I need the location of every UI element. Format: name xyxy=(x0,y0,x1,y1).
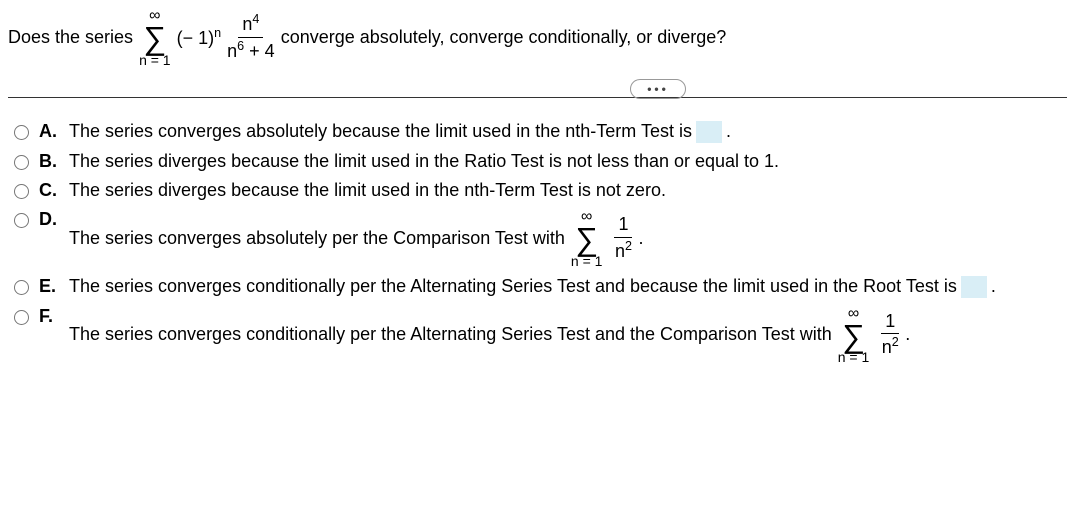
radio-c[interactable] xyxy=(14,184,29,199)
radio-b[interactable] xyxy=(14,155,29,170)
fraction: 1 n2 xyxy=(614,215,632,262)
radio-d[interactable] xyxy=(14,213,29,228)
sigma-notation: ∞ ∑ n = 1 xyxy=(139,8,171,67)
divider xyxy=(8,97,1067,98)
option-letter: F. xyxy=(39,306,61,327)
answer-blank[interactable] xyxy=(961,276,987,298)
fraction: 1 n2 xyxy=(881,312,899,359)
term: (− 1)n xyxy=(177,26,222,49)
option-e[interactable]: E. The series converges conditionally pe… xyxy=(8,276,1067,298)
question-prefix: Does the series xyxy=(8,27,133,48)
option-body: The series diverges because the limit us… xyxy=(69,151,779,172)
option-body: The series converges conditionally per t… xyxy=(69,306,910,365)
option-letter: A. xyxy=(39,121,61,142)
radio-f[interactable] xyxy=(14,310,29,325)
question-suffix: converge absolutely, converge conditiona… xyxy=(281,27,727,48)
question-text: Does the series ∞ ∑ n = 1 (− 1)n n4 n6 +… xyxy=(8,8,1067,67)
option-letter: E. xyxy=(39,276,61,297)
radio-a[interactable] xyxy=(14,125,29,140)
option-body: The series converges conditionally per t… xyxy=(69,276,996,298)
option-d[interactable]: D. The series converges absolutely per t… xyxy=(8,209,1067,268)
option-a[interactable]: A. The series converges absolutely becau… xyxy=(8,121,1067,143)
option-c[interactable]: C. The series diverges because the limit… xyxy=(8,180,1067,201)
option-body: The series diverges because the limit us… xyxy=(69,180,666,201)
option-letter: B. xyxy=(39,151,61,172)
answer-blank[interactable] xyxy=(696,121,722,143)
radio-e[interactable] xyxy=(14,280,29,295)
option-body: The series converges absolutely per the … xyxy=(69,209,643,268)
option-f[interactable]: F. The series converges conditionally pe… xyxy=(8,306,1067,365)
fraction: n4 n6 + 4 xyxy=(227,13,275,62)
sigma-notation: ∞ ∑ n = 1 xyxy=(838,306,870,365)
option-body: The series converges absolutely because … xyxy=(69,121,731,143)
option-letter: D. xyxy=(39,209,61,230)
ellipsis-badge[interactable]: ••• xyxy=(628,79,688,99)
option-b[interactable]: B. The series diverges because the limit… xyxy=(8,151,1067,172)
sigma-notation: ∞ ∑ n = 1 xyxy=(571,209,603,268)
option-letter: C. xyxy=(39,180,61,201)
